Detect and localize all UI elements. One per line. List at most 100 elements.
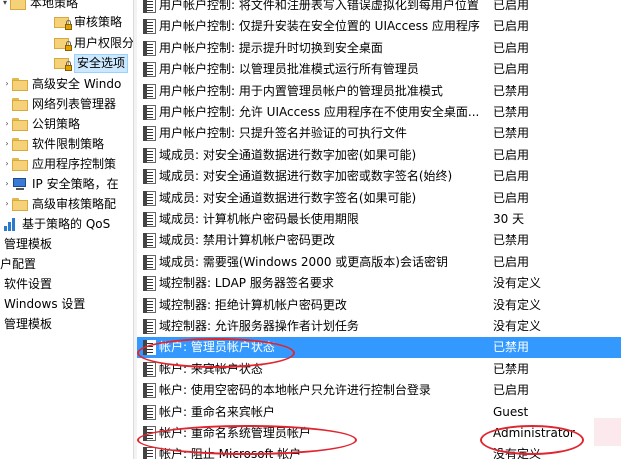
expand-arrow-icon[interactable]: › [2, 154, 12, 174]
folder-icon [12, 197, 28, 211]
policy-setting: 已启用 [493, 40, 530, 55]
policy-icon [143, 105, 156, 120]
policy-name: 域成员: 对安全通道数据进行数字加密(如果可能) [159, 147, 417, 162]
lock-folder-icon [54, 56, 72, 71]
expand-arrow-icon[interactable]: › [2, 114, 12, 134]
tree-item[interactable]: 管理模板 [0, 314, 52, 334]
policy-name: 域控制器: LDAP 服务器签名要求 [159, 276, 334, 291]
tree-item[interactable]: 审核策略 [22, 12, 122, 32]
policy-icon [143, 212, 156, 227]
tree-item-label: IP 安全策略，在 [32, 177, 119, 191]
annotation-circle-rename-admin [137, 425, 357, 455]
folder-icon [12, 157, 28, 171]
annotation-circle-administrator-value [480, 425, 584, 455]
policy-icon [143, 319, 156, 334]
policy-icon [143, 190, 156, 206]
policy-setting: 已启用 [493, 147, 530, 162]
tree-item-label: 户配置 [0, 257, 37, 271]
tree-item[interactable]: 安全选项 [22, 53, 129, 73]
policy-setting: 已启用 [493, 383, 530, 398]
policy-icon [143, 0, 156, 13]
policy-icon [143, 83, 156, 99]
policy-name: 用户帐户控制: 以管理员批准模式运行所有管理员 [159, 62, 419, 77]
policy-name: 用户帐户控制: 只提升签名并验证的可执行文件 [159, 126, 407, 141]
tree-item[interactable]: › IP 安全策略，在 [0, 174, 119, 194]
policy-icon [143, 383, 156, 399]
policy-icon [143, 297, 156, 313]
corner-decoration [594, 418, 621, 446]
tree-item[interactable]: 基于策略的 QoS [0, 214, 110, 234]
tree-item[interactable]: › 高级安全 Windo [0, 74, 121, 94]
policy-setting: 已禁用 [493, 340, 530, 355]
policy-setting: 已启用 [493, 0, 530, 12]
policy-row[interactable]: 域成员: 对安全通道数据进行数字签名(如果可能) 已启用 [137, 188, 621, 209]
policy-row[interactable]: 域成员: 计算机帐户密码最长使用期限 30 天 [137, 209, 621, 230]
tree-item-label: 高级安全 Windo [32, 77, 122, 91]
policy-setting: 已禁用 [493, 361, 530, 376]
policy-row[interactable]: 用户帐户控制: 以管理员批准模式运行所有管理员 已启用 [137, 59, 621, 80]
policy-name: 域成员: 对安全通道数据进行数字签名(如果可能) [159, 190, 417, 205]
policy-name: 帐户: 重命名来宾帐户 [159, 404, 275, 419]
policy-setting: 已禁用 [493, 233, 530, 248]
policy-row[interactable]: 域控制器: 拒绝计算机帐户密码更改 没有定义 [137, 295, 621, 316]
folder-icon [12, 137, 28, 151]
policy-setting: 30 天 [493, 212, 525, 226]
policy-setting: 已启用 [493, 190, 530, 205]
expand-arrow-icon[interactable]: › [2, 174, 12, 194]
tree-item-label: 应用程序控制策 [32, 157, 117, 171]
policy-row[interactable]: 域成员: 需要强(Windows 2000 或更高版本)会话密钥 已启用 [137, 252, 621, 273]
policy-row[interactable]: 域成员: 禁用计算机帐户密码更改 已禁用 [137, 230, 621, 251]
policy-icon [143, 447, 156, 459]
tree-item[interactable]: › 应用程序控制策 [0, 154, 116, 174]
policy-setting: 已启用 [493, 62, 530, 77]
navigation-tree: ▾本地策略审核策略用户权限分配安全选项›高级安全 Windo网络列表管理器›公钥… [0, 0, 133, 459]
expand-arrow-icon[interactable]: › [2, 194, 12, 214]
policy-row[interactable]: 域成员: 对安全通道数据进行数字加密(如果可能) 已启用 [137, 145, 621, 166]
tree-item-label: 高级审核策略配 [32, 197, 117, 211]
policy-name: 用户帐户控制: 将文件和注册表写入错误虚拟化到每用户位置 [159, 0, 479, 12]
policy-row[interactable]: 域成员: 对安全通道数据进行数字加密或数字签名(始终) 已启用 [137, 166, 621, 187]
policy-setting: 没有定义 [493, 319, 542, 333]
policy-setting: 已禁用 [493, 126, 530, 141]
policy-row[interactable]: 用户帐户控制: 只提升签名并验证的可执行文件 已禁用 [137, 123, 621, 144]
policy-setting: 没有定义 [493, 297, 542, 312]
policy-icon [143, 169, 156, 185]
policy-row[interactable]: 用户帐户控制: 仅提升安装在安全位置的 UIAccess 应用程序 已启用 [137, 16, 621, 37]
policy-row[interactable]: 域控制器: LDAP 服务器签名要求 没有定义 [137, 273, 621, 294]
tree-item[interactable]: 网络列表管理器 [0, 94, 116, 114]
policy-icon [143, 147, 156, 163]
tree-item[interactable]: › 软件限制策略 [0, 134, 104, 154]
tree-item-label: 软件限制策略 [32, 137, 105, 151]
tree-item[interactable]: 软件设置 [0, 274, 52, 294]
policy-setting: 已禁用 [493, 105, 530, 119]
policy-name: 域成员: 对安全通道数据进行数字加密或数字签名(始终) [159, 169, 453, 184]
policy-name: 域控制器: 拒绝计算机帐户密码更改 [159, 297, 347, 312]
policy-setting: 已启用 [493, 169, 530, 184]
policy-row[interactable]: 域控制器: 允许服务器操作者计划任务 没有定义 [137, 316, 621, 337]
policy-row[interactable]: 用户帐户控制: 提示提升时切换到安全桌面 已启用 [137, 38, 621, 59]
policy-icon [143, 404, 156, 420]
tree-item-label: 安全选项 [74, 53, 129, 73]
policy-icon [143, 361, 156, 377]
policy-row[interactable]: 帐户: 使用空密码的本地帐户只允许进行控制台登录 已启用 [137, 380, 621, 401]
policy-row[interactable]: 用户帐户控制: 将文件和注册表写入错误虚拟化到每用户位置 已启用 [137, 0, 621, 16]
policy-row[interactable]: 用户帐户控制: 允许 UIAccess 应用程序在不使用安全桌面... 已禁用 [137, 102, 621, 123]
expand-arrow-icon[interactable]: › [2, 134, 12, 154]
tree-item-label: 管理模板 [4, 317, 53, 331]
tree-item[interactable]: Windows 设置 [0, 294, 85, 314]
policy-setting: 已启用 [493, 19, 530, 34]
tree-item[interactable]: › 高级审核策略配 [0, 194, 116, 214]
policy-row[interactable]: 帐户: 重命名来宾帐户 Guest [137, 402, 621, 423]
tree-item[interactable]: 用户权限分配 [22, 33, 133, 53]
policy-icon [143, 19, 156, 35]
tree-item[interactable]: › 公钥策略 [0, 114, 80, 134]
tree-item[interactable]: 户配置 [0, 254, 36, 274]
policy-setting: 已启用 [493, 254, 530, 269]
tree-item[interactable]: 管理模板 [0, 234, 52, 254]
policy-row[interactable]: 用户帐户控制: 用于内置管理员帐户的管理员批准模式 已禁用 [137, 81, 621, 102]
policy-icon [143, 254, 156, 270]
expand-arrow-icon[interactable]: ▾ [0, 0, 10, 13]
policy-setting: 已禁用 [493, 83, 530, 98]
tree-item-label: Windows 设置 [4, 297, 86, 311]
expand-arrow-icon[interactable]: › [2, 74, 12, 94]
